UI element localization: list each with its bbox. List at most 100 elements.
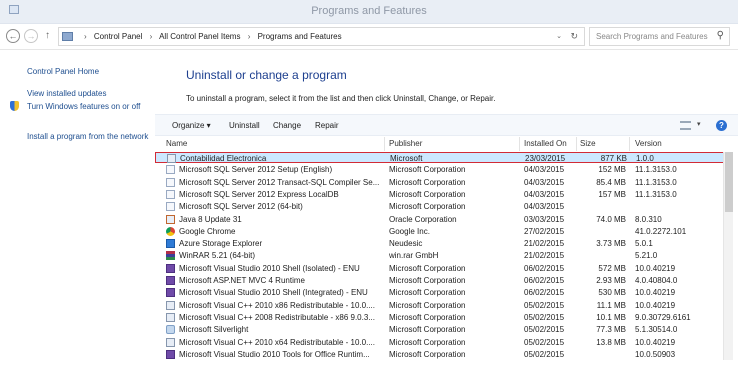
- table-row[interactable]: Microsoft Visual C++ 2010 x86 Redistribu…: [155, 300, 730, 311]
- table-row[interactable]: Microsoft Visual Studio 2010 Tools for O…: [155, 349, 730, 360]
- program-publisher: Microsoft: [390, 154, 423, 163]
- program-name: Google Chrome: [179, 226, 236, 236]
- program-publisher: Microsoft Corporation: [389, 276, 466, 285]
- vs-icon: [166, 263, 175, 273]
- program-size: 572 MB: [598, 263, 626, 273]
- table-row[interactable]: Azure Storage Explorer Neudesic 21/02/2015…: [155, 238, 730, 249]
- table-row[interactable]: Google Chrome Google Inc. 27/02/2015 41.0.2…: [155, 226, 730, 237]
- column-header-size[interactable]: Size: [580, 139, 596, 148]
- program-size: 13.8 MB: [596, 337, 626, 347]
- scrollbar-thumb[interactable]: [725, 152, 733, 212]
- column-header-name[interactable]: Name: [166, 139, 187, 148]
- table-row[interactable]: Microsoft SQL Server 2012 Express LocalD…: [155, 189, 730, 200]
- program-size: 11.1 MB: [596, 300, 626, 310]
- column-header-version[interactable]: Version: [635, 139, 662, 148]
- program-size: 152 MB: [598, 165, 626, 175]
- chevron-right-icon[interactable]: ›: [248, 32, 251, 41]
- uninstall-button[interactable]: Uninstall: [229, 121, 260, 130]
- program-publisher: Microsoft Corporation: [389, 349, 466, 359]
- program-version: 5.21.0: [635, 251, 658, 261]
- table-row[interactable]: Microsoft SQL Server 2012 Setup (English…: [155, 164, 730, 175]
- control-panel-icon: [62, 32, 73, 41]
- table-row[interactable]: Microsoft Visual C++ 2008 Redistributabl…: [155, 312, 730, 323]
- install-from-network-link[interactable]: Install a program from the network: [27, 132, 151, 142]
- table-row[interactable]: Microsoft ASP.NET MVC 4 Runtime Microsoft…: [155, 275, 730, 286]
- program-publisher: Neudesic: [389, 239, 423, 249]
- left-nav-pane: Control Panel Home View installed update…: [0, 50, 155, 374]
- program-installed-on: 05/02/2015: [524, 312, 565, 322]
- program-version: 5.0.1: [635, 239, 653, 249]
- program-size: 157 MB: [598, 189, 626, 199]
- vertical-scrollbar[interactable]: [723, 152, 733, 360]
- table-row[interactable]: Microsoft SQL Server 2012 (64-bit) Micros…: [155, 201, 730, 212]
- forward-button[interactable]: →: [24, 29, 38, 43]
- address-row: ← → ↑ › Control Panel › All Control Pane…: [0, 24, 738, 50]
- table-row[interactable]: Contabilidad Electronica Microsoft 23/03/2…: [155, 152, 730, 163]
- program-name: Microsoft Visual Studio 2010 Shell (Inte…: [179, 288, 368, 298]
- program-installed-on: 23/03/2015: [525, 154, 566, 163]
- program-size: 877 KB: [600, 154, 627, 163]
- column-divider[interactable]: [629, 137, 630, 151]
- chevron-down-icon[interactable]: ⌄: [556, 32, 562, 40]
- chevron-down-icon[interactable]: ▾: [697, 120, 701, 128]
- program-version: 10.0.40219: [635, 300, 676, 310]
- program-installed-on: 21/02/2015: [524, 251, 565, 261]
- java-icon: [166, 214, 175, 224]
- program-publisher: Google Inc.: [389, 226, 430, 236]
- doc-icon: [166, 165, 175, 175]
- view-options-icon[interactable]: [680, 121, 691, 130]
- table-row[interactable]: Microsoft Visual C++ 2010 x64 Redistribu…: [155, 337, 730, 348]
- table-row[interactable]: Microsoft Silverlight Microsoft Corporati…: [155, 324, 730, 335]
- program-installed-on: 04/03/2015: [524, 202, 565, 212]
- program-version: 11.1.3153.0: [635, 189, 677, 199]
- breadcrumb-all-items[interactable]: All Control Panel Items: [159, 32, 240, 41]
- table-row[interactable]: Microsoft Visual Studio 2010 Shell (Isol…: [155, 263, 730, 274]
- refresh-icon[interactable]: ↻: [570, 31, 578, 42]
- organize-button[interactable]: Organize ▾: [172, 121, 211, 130]
- column-header-publisher[interactable]: Publisher: [389, 139, 422, 148]
- doc-icon: [166, 202, 175, 212]
- search-input[interactable]: Search Programs and Features ⚲: [589, 27, 730, 46]
- table-row[interactable]: Microsoft SQL Server 2012 Transact-SQL C…: [155, 177, 730, 188]
- program-size: 2.93 MB: [596, 276, 626, 285]
- program-name: Microsoft Visual C++ 2010 x64 Redistribu…: [179, 337, 375, 347]
- program-version: 1.0.0: [636, 154, 654, 163]
- view-installed-updates-link[interactable]: View installed updates: [27, 89, 151, 99]
- column-divider[interactable]: [576, 137, 577, 151]
- back-button[interactable]: ←: [6, 29, 20, 43]
- program-version: 8.0.310: [635, 214, 662, 224]
- table-row[interactable]: Microsoft Visual Studio 2010 Shell (Inte…: [155, 287, 730, 298]
- table-row[interactable]: Java 8 Update 31 Oracle Corporation 03/03/…: [155, 214, 730, 225]
- program-name: Microsoft SQL Server 2012 Transact-SQL C…: [179, 177, 380, 187]
- box-icon: [167, 154, 176, 163]
- program-name: Microsoft SQL Server 2012 (64-bit): [179, 202, 303, 212]
- program-installed-on: 06/02/2015: [524, 288, 565, 298]
- control-panel-home-link[interactable]: Control Panel Home: [27, 67, 151, 77]
- box-icon: [166, 337, 175, 347]
- table-row[interactable]: WinRAR 5.21 (64-bit) win.rar GmbH 21/02/20…: [155, 250, 730, 261]
- column-divider[interactable]: [384, 137, 385, 151]
- program-size: 85.4 MB: [596, 177, 626, 187]
- column-header-installed-on[interactable]: Installed On: [524, 139, 567, 148]
- address-bar[interactable]: › Control Panel › All Control Panel Item…: [58, 27, 585, 46]
- chevron-right-icon[interactable]: ›: [150, 32, 153, 41]
- program-version: 10.0.40219: [635, 263, 676, 273]
- vs-icon: [166, 276, 175, 285]
- search-icon[interactable]: ⚲: [717, 30, 724, 41]
- breadcrumb: › Control Panel › All Control Panel Item…: [79, 32, 342, 41]
- program-name: Microsoft SQL Server 2012 Setup (English…: [179, 165, 333, 175]
- program-name: Microsoft Visual Studio 2010 Tools for O…: [179, 349, 370, 359]
- main-content: Uninstall or change a program To uninsta…: [155, 50, 738, 374]
- program-publisher: Microsoft Corporation: [389, 263, 466, 273]
- help-icon[interactable]: ?: [716, 120, 727, 131]
- repair-button[interactable]: Repair: [315, 121, 339, 130]
- column-divider[interactable]: [519, 137, 520, 151]
- windows-features-link[interactable]: Turn Windows features on or off: [27, 102, 151, 112]
- program-installed-on: 03/03/2015: [524, 214, 565, 224]
- breadcrumb-programs-features[interactable]: Programs and Features: [258, 32, 342, 41]
- change-button[interactable]: Change: [273, 121, 301, 130]
- breadcrumb-control-panel[interactable]: Control Panel: [94, 32, 142, 41]
- up-button[interactable]: ↑: [45, 30, 50, 41]
- box-icon: [166, 312, 175, 322]
- search-placeholder: Search Programs and Features: [596, 32, 708, 41]
